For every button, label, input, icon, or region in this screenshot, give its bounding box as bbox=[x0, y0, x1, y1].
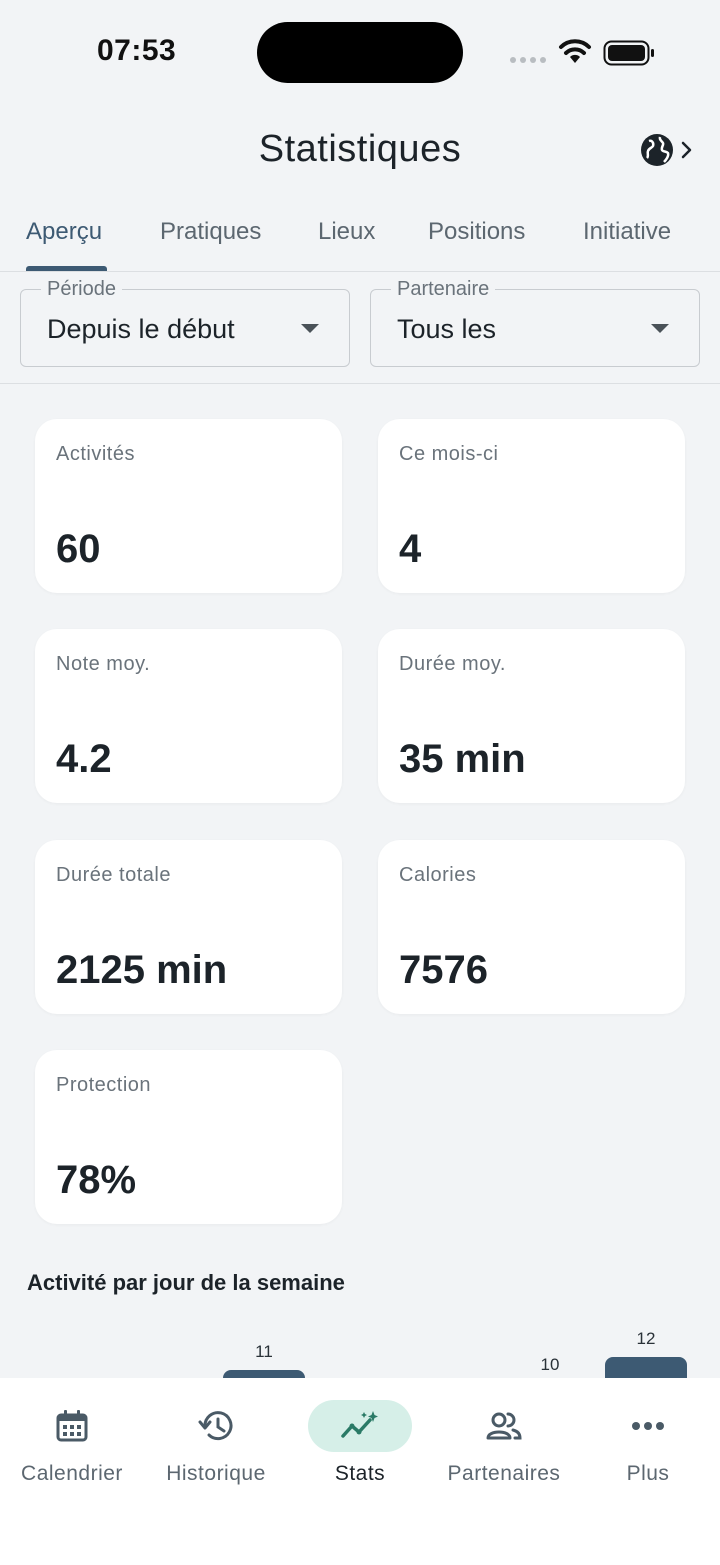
stat-card-protection: Protection 78% bbox=[35, 1050, 342, 1224]
stat-label: Durée totale bbox=[56, 864, 171, 886]
cellular-signal-icon bbox=[510, 57, 546, 63]
period-select-value: Depuis le début bbox=[47, 314, 235, 344]
stat-card-note-moy: Note moy. 4.2 bbox=[35, 629, 342, 803]
nav-label: Partenaires bbox=[447, 1462, 561, 1485]
stat-value: 4.2 bbox=[56, 737, 112, 781]
nav-stats[interactable]: Stats bbox=[288, 1400, 432, 1486]
nav-partenaires[interactable]: Partenaires bbox=[432, 1400, 576, 1486]
calendar-icon bbox=[56, 1410, 88, 1442]
period-select[interactable]: Période Depuis le début bbox=[20, 278, 350, 367]
page-title: Statistiques bbox=[258, 128, 462, 170]
nav-historique[interactable]: Historique bbox=[144, 1400, 288, 1486]
stat-card-calories: Calories 7576 bbox=[378, 840, 685, 1014]
bar-value-label: 12 bbox=[636, 1329, 656, 1348]
tab-pratiques[interactable]: Pratiques bbox=[160, 218, 261, 246]
stat-label: Activités bbox=[56, 443, 135, 465]
weekday-bar bbox=[605, 1357, 687, 1380]
stat-label: Durée moy. bbox=[399, 653, 506, 675]
more-icon bbox=[632, 1422, 664, 1430]
battery-icon bbox=[603, 40, 654, 66]
bar-value-label: 11 bbox=[255, 1342, 273, 1361]
dropdown-arrow-icon bbox=[651, 324, 669, 333]
stat-value: 2125 min bbox=[56, 948, 228, 992]
nav-calendrier[interactable]: Calendrier bbox=[0, 1400, 144, 1486]
stat-card-duree-moy: Durée moy. 35 min bbox=[378, 629, 685, 803]
partner-select-label: Partenaire bbox=[391, 278, 496, 301]
filters-bar: Période Depuis le début Partenaire Tous … bbox=[0, 272, 720, 384]
history-icon bbox=[198, 1411, 233, 1441]
wifi-icon bbox=[559, 39, 591, 63]
nav-plus[interactable]: Plus bbox=[576, 1400, 720, 1486]
nav-label: Stats bbox=[334, 1462, 386, 1485]
weekday-bar-chart: 11 10 12 bbox=[0, 1320, 720, 1380]
status-bar: 07:53 bbox=[0, 0, 720, 100]
app-header: Statistiques bbox=[0, 120, 720, 180]
weekday-chart-title: Activité par jour de la semaine bbox=[27, 1270, 345, 1295]
partners-icon bbox=[486, 1412, 522, 1440]
stat-card-duree-totale: Durée totale 2125 min bbox=[35, 840, 342, 1014]
stat-value: 78% bbox=[56, 1158, 137, 1202]
bottom-navigation: Calendrier Historique Stats Partenaires … bbox=[0, 1378, 720, 1565]
tab-apercu[interactable]: Aperçu bbox=[26, 218, 102, 246]
nav-label: Plus bbox=[626, 1462, 670, 1485]
stat-value: 60 bbox=[56, 527, 101, 571]
stat-label: Note moy. bbox=[56, 653, 151, 675]
stat-card-activites: Activités 60 bbox=[35, 419, 342, 593]
stats-icon bbox=[341, 1411, 378, 1438]
partner-select-value: Tous les bbox=[397, 314, 497, 344]
stat-label: Ce mois-ci bbox=[399, 443, 499, 465]
dynamic-island bbox=[257, 22, 463, 83]
stat-card-ce-mois-ci: Ce mois-ci 4 bbox=[378, 419, 685, 593]
tab-positions[interactable]: Positions bbox=[428, 218, 525, 246]
tab-bar: Aperçu Pratiques Lieux Positions Initiat… bbox=[0, 200, 720, 272]
tab-initiative[interactable]: Initiative bbox=[583, 218, 671, 246]
active-tab-indicator bbox=[26, 266, 107, 271]
status-time: 07:53 bbox=[97, 34, 177, 67]
partner-select[interactable]: Partenaire Tous les bbox=[370, 278, 700, 367]
stat-label: Protection bbox=[56, 1074, 152, 1096]
stat-value: 4 bbox=[399, 527, 422, 571]
bar-value-label: 10 bbox=[540, 1355, 560, 1374]
nav-label: Calendrier bbox=[21, 1462, 123, 1485]
language-button[interactable] bbox=[640, 130, 704, 170]
period-select-label: Période bbox=[41, 278, 122, 301]
tab-lieux[interactable]: Lieux bbox=[318, 218, 375, 246]
chevron-right-icon bbox=[681, 141, 692, 159]
nav-label: Historique bbox=[166, 1462, 266, 1485]
globe-icon bbox=[641, 134, 673, 166]
stat-value: 7576 bbox=[399, 948, 488, 992]
active-nav-pill bbox=[308, 1400, 412, 1452]
dropdown-arrow-icon bbox=[301, 324, 319, 333]
stat-label: Calories bbox=[399, 864, 477, 886]
stat-value: 35 min bbox=[399, 737, 526, 781]
